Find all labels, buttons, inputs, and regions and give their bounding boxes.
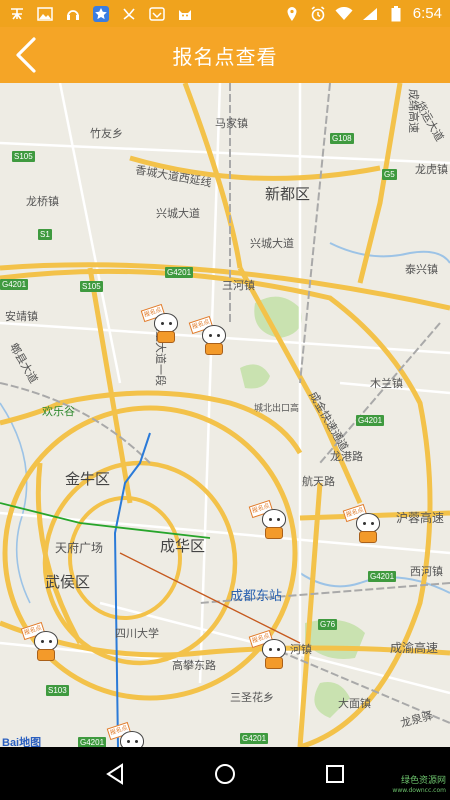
map-label: 四川大学 xyxy=(115,627,159,640)
map-label: 河镇 xyxy=(290,643,312,656)
map-label: 欢乐谷 xyxy=(42,405,75,418)
highway-shield: G108 xyxy=(330,133,354,144)
map-label: 城北出口高 xyxy=(254,404,300,414)
page-title: 报名点查看 xyxy=(172,44,278,69)
map-label: 新都区 xyxy=(265,185,311,203)
map-label: 西河镇 xyxy=(410,565,443,578)
highway-shield: G5 xyxy=(382,169,397,180)
map-view[interactable]: 竹友乡 马家镇 香城大道西延线 新都区 龙桥镇 兴城大道 兴城大道 三河镇 安靖… xyxy=(0,83,450,747)
highway-shield: S105 xyxy=(80,281,103,292)
map-label: 航天路 xyxy=(302,475,335,488)
highway-shield: S105 xyxy=(12,151,35,162)
highway-shield: G4201 xyxy=(0,279,29,290)
registration-point-marker[interactable]: 报名点 xyxy=(188,315,232,357)
highway-shield: S1 xyxy=(38,229,52,240)
watermark: 绿色资源网 www.downcc.com xyxy=(392,776,446,794)
map-label: 龙桥镇 xyxy=(26,195,59,208)
map-label: 金牛区 xyxy=(65,470,111,488)
map-label: 成渝高速 xyxy=(390,641,439,655)
square-recents-icon xyxy=(326,764,344,783)
map-label: 成华区 xyxy=(160,537,206,555)
highway-shield: G4201 xyxy=(240,733,269,744)
highway-shield: G4201 xyxy=(165,267,194,278)
alarm-icon xyxy=(309,5,327,22)
triangle-back-icon xyxy=(106,762,123,785)
map-label: 沪蓉高速 xyxy=(396,511,445,525)
highway-shield: G4201 xyxy=(78,737,107,747)
payment-icon xyxy=(8,6,26,22)
download-icon xyxy=(120,6,138,22)
highway-shield: G76 xyxy=(318,619,338,630)
image-icon xyxy=(36,6,54,22)
map-label: 三圣花乡 xyxy=(230,691,274,704)
nav-back-button[interactable] xyxy=(95,754,135,794)
circle-home-icon xyxy=(215,763,235,784)
map-label: 兴城大道 xyxy=(156,207,200,220)
map-label: 马家镇 xyxy=(215,117,248,130)
map-label: 木兰镇 xyxy=(370,377,403,390)
map-label: 兴城大道 xyxy=(250,237,294,250)
cat-icon xyxy=(176,6,194,22)
status-bar: 6:54 xyxy=(0,0,450,27)
baidu-map-logo: Bai地图 xyxy=(2,737,42,747)
map-label: 天府广场 xyxy=(55,541,104,555)
map-label: 武侯区 xyxy=(45,573,91,591)
map-label: 大面镇 xyxy=(338,697,371,710)
map-label: 龙港路 xyxy=(330,450,363,463)
registration-point-marker[interactable]: 报名点 xyxy=(20,621,64,663)
map-label: 三河镇 xyxy=(222,279,255,292)
system-status: 6:54 xyxy=(283,5,442,22)
registration-point-marker[interactable]: 报名点 xyxy=(106,721,150,747)
map-label: 竹友乡 xyxy=(90,127,123,140)
registration-point-marker[interactable]: 报名点 xyxy=(248,629,292,671)
app-header: 报名点查看 xyxy=(0,27,450,83)
chevron-left-icon xyxy=(16,37,36,73)
signal-icon xyxy=(361,6,379,22)
system-nav-bar: 绿色资源网 www.downcc.com xyxy=(0,747,450,800)
notification-icons xyxy=(8,5,283,22)
map-label: 高攀东路 xyxy=(172,659,216,672)
registration-point-marker[interactable]: 报名点 xyxy=(140,303,184,345)
back-button[interactable] xyxy=(6,33,46,77)
status-time: 6:54 xyxy=(412,5,442,22)
map-label: 安靖镇 xyxy=(5,310,38,323)
highway-shield: S103 xyxy=(46,685,69,696)
browser-icon xyxy=(148,6,166,22)
registration-point-marker[interactable]: 报名点 xyxy=(342,503,386,545)
highway-shield: G4201 xyxy=(356,415,385,426)
battery-icon xyxy=(387,5,405,22)
location-icon xyxy=(283,6,301,22)
headset-icon xyxy=(64,6,82,22)
map-label: 龙虎镇 xyxy=(415,163,448,176)
highway-shield: G4201 xyxy=(368,571,397,582)
nav-home-button[interactable] xyxy=(205,754,245,794)
wifi-icon xyxy=(335,6,353,22)
star-app-icon xyxy=(92,5,110,22)
map-label: 泰兴镇 xyxy=(405,263,438,276)
nav-recents-button[interactable] xyxy=(315,754,355,794)
registration-point-marker[interactable]: 报名点 xyxy=(248,499,292,541)
map-label: 成都东站 xyxy=(230,589,283,604)
